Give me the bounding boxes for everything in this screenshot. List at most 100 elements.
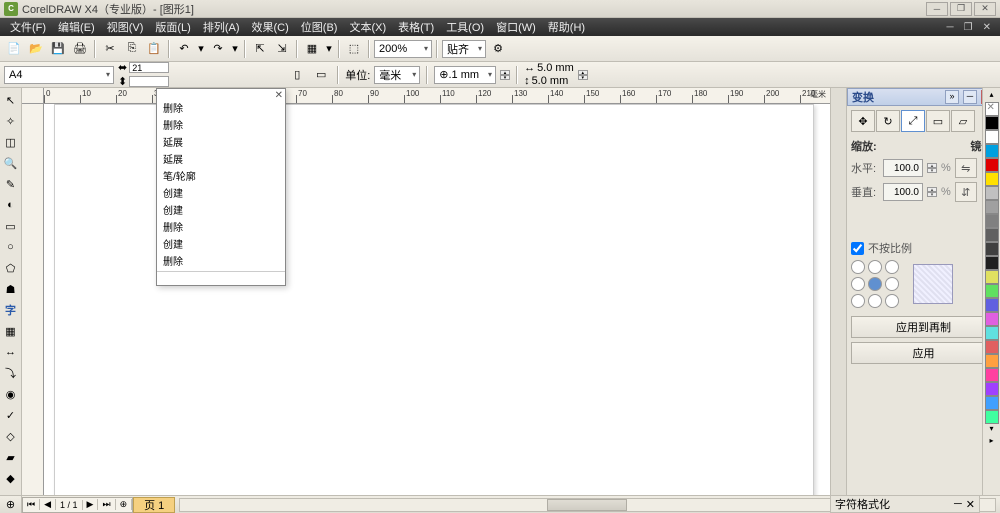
menu-bitmap[interactable]: 位图(B) [295,19,344,35]
color-swatch[interactable] [985,116,999,130]
ruler-origin[interactable] [22,88,44,104]
history-item[interactable]: 创建 [161,235,281,252]
color-swatch[interactable] [985,242,999,256]
skew-tab[interactable]: ▱ [951,110,975,132]
h-spin[interactable]: ▴▾ [927,163,937,173]
save-button[interactable]: 💾 [48,39,68,59]
minimize-button[interactable]: ─ [926,2,948,16]
nudge-combo[interactable]: ⊕ .1 mm [434,66,496,84]
mdi-minimize[interactable]: ─ [942,22,959,33]
cut-button[interactable]: ✂ [100,39,120,59]
polygon-tool[interactable]: ⬠ [1,258,21,278]
print-button[interactable]: 🖨 [70,39,90,59]
welcome-button[interactable]: ⬚ [344,39,364,59]
zoom-combo[interactable]: 200% [374,40,432,58]
dimension-tool[interactable]: ↔ [1,342,21,362]
portrait-button[interactable]: ▯ [287,65,307,85]
history-item[interactable]: 删除 [161,252,281,269]
zoom-tool[interactable]: 🔍 [1,153,21,173]
outline-tool[interactable]: ◇ [1,426,21,446]
shape-tool[interactable]: ✧ [1,111,21,131]
color-swatch[interactable] [985,382,999,396]
import-button[interactable]: ⇱ [250,39,270,59]
color-swatch[interactable] [985,214,999,228]
position-tab[interactable]: ✥ [851,110,875,132]
rotate-tab[interactable]: ↻ [876,110,900,132]
history-item[interactable]: 删除 [161,99,281,116]
ellipse-tool[interactable]: ○ [1,237,21,257]
undo-button[interactable]: ↶ [174,39,194,59]
eyedropper-tool[interactable]: ✓ [1,405,21,425]
history-item[interactable]: 延展 [161,133,281,150]
docker-strip[interactable] [831,88,847,495]
add-page[interactable]: ⊕ [116,499,133,510]
history-item[interactable]: 创建 [161,184,281,201]
color-swatch[interactable] [985,200,999,214]
first-page[interactable]: ⏮ [23,499,40,510]
mirror-h-button[interactable]: ⇋ [955,158,977,178]
menu-layout[interactable]: 版面(L) [149,19,196,35]
paper-size-combo[interactable]: A4 [4,66,114,84]
docker-minimize[interactable]: ─ [963,90,977,104]
char-docker-min[interactable]: ─ [954,498,962,510]
connector-tool[interactable]: ⤵ [1,363,21,383]
v-spin[interactable]: ▴▾ [927,187,937,197]
menu-file[interactable]: 文件(F) [4,19,52,35]
mirror-v-button[interactable]: ⇵ [955,182,977,202]
h-value[interactable] [883,159,923,177]
maximize-button[interactable]: ❐ [950,2,972,16]
menu-edit[interactable]: 编辑(E) [52,19,101,35]
history-item[interactable]: 删除 [161,116,281,133]
color-swatch[interactable] [985,186,999,200]
apply-duplicate-button[interactable]: 应用到再制 [851,316,996,338]
color-swatch[interactable] [985,228,999,242]
char-docker-close[interactable]: ✕ [966,498,975,511]
size-tab[interactable]: ▭ [926,110,950,132]
color-swatch[interactable] [985,284,999,298]
color-swatch[interactable] [985,326,999,340]
redo-dropdown[interactable]: ▾ [230,39,240,59]
nudge-spin[interactable]: ▴▾ [500,70,510,80]
palette-flyout[interactable]: ▸ [989,436,993,448]
export-button[interactable]: ⇲ [272,39,292,59]
palette-down[interactable]: ▾ [989,424,993,436]
redo-button[interactable]: ↷ [208,39,228,59]
ruler-vertical[interactable] [22,104,44,495]
prev-page[interactable]: ◀ [40,499,56,510]
color-swatch[interactable] [985,158,999,172]
v-value[interactable] [883,183,923,201]
unit-combo[interactable]: 毫米 [374,66,420,84]
crop-tool[interactable]: ◫ [1,132,21,152]
menu-view[interactable]: 视图(V) [101,19,150,35]
menu-help[interactable]: 帮助(H) [542,19,591,35]
apply-button[interactable]: 应用 [851,342,996,364]
page-height[interactable] [129,76,169,87]
non-proportional-checkbox[interactable] [851,242,864,255]
color-swatch[interactable] [985,410,999,424]
color-swatch[interactable] [985,354,999,368]
open-button[interactable]: 📂 [26,39,46,59]
freehand-tool[interactable]: ✎ [1,174,21,194]
color-swatch[interactable] [985,130,999,144]
page-tab-1[interactable]: 页 1 [133,497,175,513]
table-tool[interactable]: ▦ [1,321,21,341]
blend-tool[interactable]: ◉ [1,384,21,404]
text-tool[interactable]: 字 [1,300,21,320]
history-item[interactable]: 删除 [161,218,281,235]
smart-fill-tool[interactable]: ◐ [1,195,21,215]
character-format-docker[interactable]: 字符格式化 ─ ✕ [830,495,980,513]
color-swatch[interactable] [985,172,999,186]
history-close[interactable]: ✕ [275,90,283,101]
h-scroll-thumb[interactable] [547,499,627,511]
paste-button[interactable]: 📋 [144,39,164,59]
new-button[interactable]: 📄 [4,39,24,59]
next-page[interactable]: ▶ [83,499,99,510]
undo-dropdown[interactable]: ▾ [196,39,206,59]
menu-text[interactable]: 文本(X) [343,19,392,35]
history-item[interactable]: 笔/轮廓 [161,167,281,184]
color-swatch[interactable] [985,396,999,410]
color-swatch[interactable] [985,340,999,354]
app-launcher-dropdown[interactable]: ▾ [324,39,334,59]
color-swatch[interactable] [985,256,999,270]
color-swatch[interactable] [985,368,999,382]
